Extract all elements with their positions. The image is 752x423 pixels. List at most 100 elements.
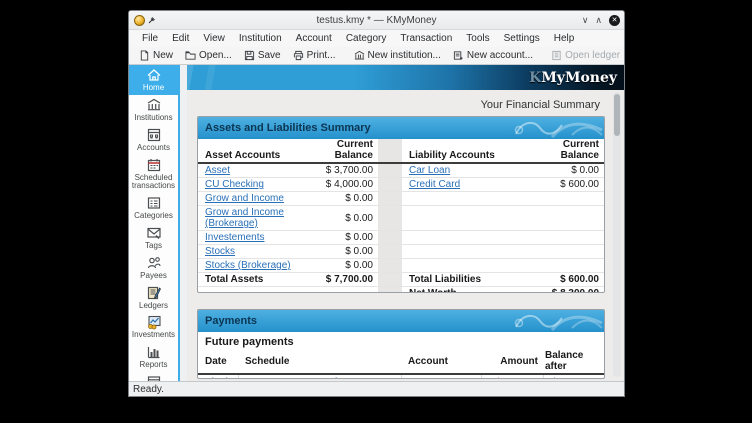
account-balance: $ 0.00	[316, 245, 378, 258]
menu-settings[interactable]: Settings	[497, 31, 547, 46]
schedule-link[interactable]: Loan payment for Car Loan	[268, 377, 390, 379]
account-link-car-loan[interactable]: Car Loan	[409, 165, 450, 176]
sidebar-item-label: Investments	[132, 331, 175, 340]
total-assets-label: Total Assets	[198, 273, 316, 286]
logo-rest: MyMoney	[541, 70, 617, 86]
scrollbar-thumb[interactable]	[614, 94, 620, 136]
sidebar-item-label: Scheduled transactions	[130, 174, 177, 192]
menu-tools[interactable]: Tools	[459, 31, 496, 46]
sidebar: Home Institutions Accounts Scheduled tra…	[129, 65, 178, 381]
kmymoney-app-icon	[134, 15, 145, 26]
minimize-icon[interactable]: ∨	[582, 16, 589, 25]
sidebar-accent-line	[178, 65, 180, 381]
sidebar-item-tags[interactable]: Tags	[129, 223, 178, 253]
ledgers-icon	[146, 285, 162, 301]
sidebar-item-reports[interactable]: Reports	[129, 342, 178, 372]
new-account-button[interactable]: New account...	[447, 49, 539, 62]
table-gap	[378, 273, 402, 286]
summary-table-header: Asset Accounts Current Balance Liability…	[198, 139, 604, 164]
account-link-grow-and-income[interactable]: Grow and Income	[205, 193, 284, 204]
new-button[interactable]: New	[133, 49, 179, 62]
content-area: Home Institutions Accounts Scheduled tra…	[129, 65, 624, 381]
payees-icon	[146, 255, 162, 271]
sidebar-item-label: Institutions	[134, 114, 172, 123]
account-link-cu-checking[interactable]: CU Checking	[205, 179, 264, 190]
payments-table-header: Date Schedule Account Amount Balance aft…	[198, 349, 604, 375]
section-title: Assets and Liabilities Summary	[205, 122, 371, 134]
current-balance-header: Current Balance	[532, 139, 604, 162]
print-button-label: Print...	[307, 50, 336, 61]
sidebar-item-scheduled-transactions[interactable]: Scheduled transactions	[129, 155, 178, 194]
menu-view[interactable]: View	[196, 31, 232, 46]
sidebar-item-payees[interactable]: Payees	[129, 253, 178, 283]
menu-file[interactable]: File	[135, 31, 165, 46]
account-balance: $ 0.00	[532, 164, 604, 177]
total-liabilities-label: Total Liabilities	[402, 273, 532, 286]
new-institution-button[interactable]: New institution...	[348, 49, 447, 62]
account-link-credit-card[interactable]: Credit Card	[409, 179, 460, 190]
payments-header: Payments	[198, 310, 604, 332]
sidebar-item-investments[interactable]: Investments	[129, 312, 178, 342]
kmymoney-banner: KMyMoney	[187, 65, 624, 90]
sidebar-item-label: Home	[143, 84, 164, 93]
account-balance: $ 0.00	[316, 192, 378, 205]
account-link-investements[interactable]: Investements	[205, 232, 264, 243]
print-button[interactable]: Print...	[287, 49, 342, 62]
summary-table-body: Asset $ 3,700.00 Car Loan $ 0.00 CU Chec…	[198, 164, 604, 293]
save-floppy-icon	[244, 50, 255, 61]
skip-forward-icon	[256, 378, 265, 379]
close-icon[interactable]: ✕	[609, 15, 620, 26]
sidebar-item-ledgers[interactable]: Ledgers	[129, 283, 178, 313]
schedule-header: Schedule	[238, 349, 401, 373]
amount-header: Amount	[481, 349, 543, 373]
sidebar-item-home[interactable]: Home	[129, 65, 178, 95]
menubar: File Edit View Institution Account Categ…	[129, 30, 624, 47]
bank-icon	[354, 50, 365, 61]
menu-institution[interactable]: Institution	[232, 31, 289, 46]
open-ledger-button[interactable]: Open ledger	[545, 49, 625, 62]
menu-account[interactable]: Account	[289, 31, 339, 46]
menu-transaction[interactable]: Transaction	[393, 31, 459, 46]
total-assets-value: $ 7,700.00	[316, 273, 378, 286]
window-title: testus.kmy * — KMyMoney	[129, 15, 624, 26]
sidebar-item-accounts[interactable]: Accounts	[129, 125, 178, 155]
total-liabilities-value: $ 600.00	[532, 273, 604, 286]
account-balance: $ 0.00	[316, 231, 378, 244]
open-ledger-icon	[551, 50, 562, 61]
new-institution-label: New institution...	[368, 50, 441, 61]
reports-icon	[146, 344, 162, 360]
status-text: Ready.	[133, 384, 164, 395]
account-link-grow-and-income-brokerage[interactable]: Grow and Income (Brokerage)	[205, 207, 312, 229]
titlebar[interactable]: testus.kmy * — KMyMoney ∨ ∧ ✕	[129, 11, 624, 30]
kmymoney-logo: KMyMoney	[529, 71, 617, 85]
sidebar-item-label: Payees	[140, 272, 167, 281]
vertical-scrollbar[interactable]	[613, 92, 621, 377]
open-button[interactable]: Open...	[179, 49, 238, 62]
scheduled-transactions-icon	[146, 157, 162, 173]
maximize-icon[interactable]: ∧	[595, 16, 602, 25]
menu-category[interactable]: Category	[339, 31, 394, 46]
account-balance: $ 0.00	[316, 259, 378, 272]
menu-edit[interactable]: Edit	[165, 31, 196, 46]
account-link-asset[interactable]: Asset	[205, 165, 230, 176]
payment-account: Asset	[401, 375, 481, 379]
table-gap	[378, 231, 402, 244]
printer-icon	[293, 50, 304, 61]
new-account-icon	[453, 50, 464, 61]
save-button[interactable]: Save	[238, 49, 287, 62]
sidebar-item-budgets[interactable]: Budgets	[129, 372, 178, 381]
menu-help[interactable]: Help	[547, 31, 582, 46]
page-title: Your Financial Summary	[481, 99, 600, 111]
auto-enter-icon	[246, 378, 255, 379]
table-gap	[378, 287, 402, 293]
toolbar: New Open... Save Print... New institutio…	[129, 47, 624, 65]
desktop-background: testus.kmy * — KMyMoney ∨ ∧ ✕ File Edit …	[0, 0, 752, 423]
account-link-stocks-brokerage[interactable]: Stocks (Brokerage)	[205, 260, 291, 271]
payment-row: 1/31/20 Loan payment for Car Loan Asset …	[198, 375, 604, 379]
liability-accounts-header: Liability Accounts	[402, 139, 532, 162]
sidebar-item-categories[interactable]: Categories	[129, 193, 178, 223]
table-gap	[378, 259, 402, 272]
account-link-stocks[interactable]: Stocks	[205, 246, 235, 257]
statusbar: Ready.	[129, 381, 624, 396]
sidebar-item-institutions[interactable]: Institutions	[129, 95, 178, 125]
